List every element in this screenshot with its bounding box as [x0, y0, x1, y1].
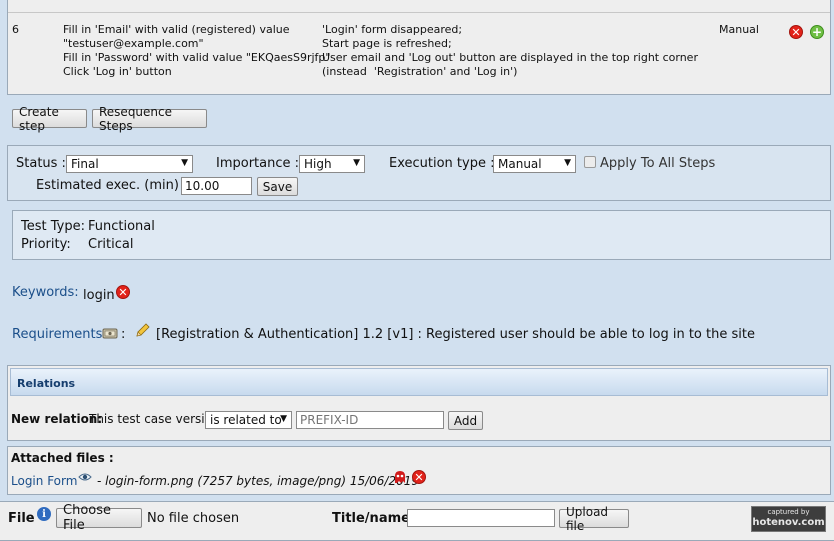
title-name-label: Title/name:: [332, 511, 416, 526]
add-step-icon[interactable]: +: [810, 25, 824, 39]
file-label: File: [8, 511, 35, 526]
watermark: captured by hotenov.com: [751, 506, 826, 532]
apply-all-checkbox[interactable]: [584, 156, 596, 168]
step-execution-type: Manual: [719, 23, 759, 36]
priority-label: Priority:: [21, 237, 71, 252]
importance-select-value: High: [304, 157, 332, 171]
importance-label: Importance :: [216, 156, 300, 171]
prefix-id-input[interactable]: [296, 411, 444, 429]
watermark-line1: captured by: [767, 508, 810, 516]
no-file-chosen: No file chosen: [147, 511, 240, 526]
requirements-separator: :: [121, 327, 126, 342]
attachment-details: - login-form.png (7257 bytes, image/png)…: [97, 474, 420, 488]
priority-value: Critical: [88, 237, 134, 252]
step-expected: 'Login' form disappeared; Start page is …: [322, 23, 698, 78]
info-icon[interactable]: i: [37, 507, 51, 521]
requirement-value: [Registration & Authentication] 1.2 [v1]…: [156, 327, 755, 342]
relation-type-select[interactable]: is related to ▼: [205, 411, 292, 429]
remove-keyword-icon[interactable]: ✕: [116, 285, 130, 299]
estimated-exec-input[interactable]: 10.00: [181, 177, 252, 195]
importance-select[interactable]: High ▼: [299, 155, 365, 173]
requirements-link[interactable]: Requirements: [12, 327, 102, 342]
chevron-down-icon: ▼: [564, 158, 571, 168]
keywords-link[interactable]: Keywords:: [12, 285, 79, 300]
execution-type-select-value: Manual: [498, 157, 542, 171]
estimated-exec-label: Estimated exec. (min) :: [36, 178, 188, 193]
info-panel: [12, 210, 831, 260]
add-relation-button[interactable]: Add: [448, 411, 483, 430]
attachment-link[interactable]: Login Form: [11, 474, 77, 488]
execution-type-label: Execution type :: [389, 156, 495, 171]
create-step-button[interactable]: Create step: [12, 105, 87, 133]
step-number: 6: [12, 23, 19, 36]
eye-icon[interactable]: [78, 471, 92, 483]
watermark-line2: hotenov.com: [752, 517, 825, 528]
chevron-down-icon: ▼: [280, 414, 287, 424]
keyword-value: login: [83, 288, 115, 303]
upload-file-button[interactable]: Upload file: [559, 505, 629, 533]
resequence-steps-button[interactable]: Resequence Steps: [92, 105, 207, 133]
chevron-down-icon: ▼: [181, 158, 188, 168]
execution-type-select[interactable]: Manual ▼: [493, 155, 576, 173]
test-type-value: Functional: [88, 219, 155, 234]
pencil-icon[interactable]: [134, 323, 150, 339]
test-type-label: Test Type:: [21, 219, 85, 234]
ghost-icon[interactable]: [393, 470, 407, 484]
delete-attachment-icon[interactable]: ✕: [412, 470, 426, 484]
delete-step-icon[interactable]: ✕: [789, 25, 803, 39]
title-name-input[interactable]: [407, 509, 555, 527]
requirement-manage-icon[interactable]: [102, 326, 118, 340]
choose-file-button[interactable]: Choose File: [56, 503, 142, 533]
attached-files-title: Attached files :: [11, 451, 114, 465]
status-label: Status :: [16, 156, 66, 171]
step-table: 6 Fill in 'Email' with valid (registered…: [7, 0, 831, 95]
table-divider: [8, 12, 830, 13]
step-actions: Fill in 'Email' with valid (registered) …: [63, 23, 331, 78]
relations-header: Relations: [10, 368, 828, 396]
apply-all-label: Apply To All Steps: [600, 156, 716, 171]
relation-type-value: is related to: [210, 413, 282, 427]
status-select-value: Final: [71, 157, 99, 171]
this-version-label: This test case version: [89, 412, 220, 426]
chevron-down-icon: ▼: [353, 158, 360, 168]
save-button[interactable]: Save: [257, 177, 298, 196]
status-select[interactable]: Final ▼: [66, 155, 193, 173]
